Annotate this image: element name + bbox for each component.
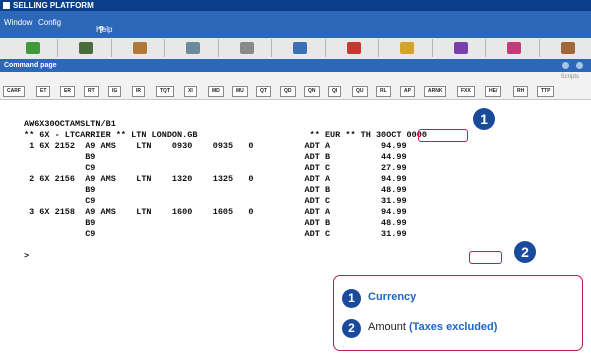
scripts-bar: Scripts	[0, 72, 591, 84]
terminal-line: C9 ADT C 31.99	[24, 229, 407, 239]
callout-badge-2: 2	[514, 241, 536, 263]
terminal-line: B9 ADT B 48.99	[24, 218, 407, 228]
toolbar-button-5[interactable]	[276, 39, 326, 57]
function-key-carf[interactable]: CARF	[3, 86, 25, 97]
function-key-qn[interactable]: QN	[304, 86, 320, 97]
toolbar-button-6[interactable]	[329, 39, 379, 57]
function-key-mu[interactable]: MU	[232, 86, 248, 97]
terminal-line: 3 6X 2158 A9 AMS LTN 1600 1605 0 ADT A 9…	[24, 207, 407, 217]
terminal-line: ** 6X - LTCARRIER ** LTN LONDON.GB ** EU…	[24, 130, 427, 140]
terminal-line: B9 ADT B 48.99	[24, 185, 407, 195]
toolbar-button-4[interactable]	[222, 39, 272, 57]
legend-box: 1 Currency 2 Amount (Taxes excluded)	[333, 275, 583, 351]
command-page-title: Command page	[4, 62, 57, 69]
toolbar-button-10[interactable]	[543, 39, 591, 57]
function-key-qi[interactable]: QI	[328, 86, 342, 97]
terminal-line: C9 ADT C 31.99	[24, 196, 407, 206]
terminal-line: C9 ADT C 27.99	[24, 163, 407, 173]
menu-window[interactable]: Window	[4, 18, 32, 27]
legend-taxes-note: (Taxes excluded)	[408, 321, 498, 333]
minimize-icon[interactable]	[562, 62, 569, 69]
terminal-line: >	[24, 251, 30, 261]
amount-highlight	[469, 251, 502, 264]
function-key-rt[interactable]: RT	[84, 86, 99, 97]
calculator-icon	[79, 42, 93, 54]
function-key-fxx[interactable]: FXX	[457, 86, 475, 97]
legend-badge-1: 1	[342, 289, 361, 308]
legend-amount-label: Amount	[368, 321, 406, 333]
terminal-line: 1 6X 2152 A9 AMS LTN 0930 0935 0 ADT A 9…	[24, 141, 407, 151]
scripts-tab[interactable]: Scripts	[561, 74, 579, 80]
function-key-ir[interactable]: IR	[132, 86, 145, 97]
app-title: SELLING PLATFORM	[13, 1, 94, 10]
car-icon	[293, 42, 307, 54]
pen-icon	[507, 42, 521, 54]
menu-config[interactable]: Config	[38, 18, 61, 27]
function-key-bar: CARF ET ER RT IG IR TQT XI MD MU QT QD QN QI QU RL AP ARN…	[0, 84, 591, 100]
menu-bar: Window Config Help?	[0, 11, 591, 38]
command-page-header: Command page	[0, 59, 591, 72]
function-key-et[interactable]: ET	[36, 86, 51, 97]
app-logo-icon	[3, 2, 10, 9]
function-key-xi[interactable]: XI	[184, 86, 197, 97]
toolbar	[0, 38, 591, 60]
legend-currency-label: Currency	[368, 291, 417, 303]
terminal-line: AW6X30OCTAMSLTN/B1	[24, 119, 116, 129]
terminal-line: 2 6X 2156 A9 AMS LTN 1320 1325 0 ADT A 9…	[24, 174, 407, 184]
person-icon	[132, 42, 147, 54]
function-key-ap[interactable]: AP	[400, 86, 415, 97]
callout-badge-1: 1	[473, 108, 495, 130]
function-key-he[interactable]: HE/	[485, 86, 502, 97]
toolbar-button-7[interactable]	[383, 39, 433, 57]
terminal-icon	[186, 42, 200, 54]
help-question-icon: ?	[98, 25, 105, 36]
function-key-rl[interactable]: RL	[376, 86, 391, 97]
function-key-md[interactable]: MD	[208, 86, 224, 97]
function-key-rh[interactable]: RH	[513, 86, 529, 97]
function-key-er[interactable]: ER	[60, 86, 75, 97]
function-key-qt[interactable]: QT	[256, 86, 271, 97]
function-key-qu[interactable]: QU	[352, 86, 368, 97]
toolbar-button-9[interactable]	[490, 39, 540, 57]
toolbar-button-3[interactable]	[169, 39, 219, 57]
puzzle-icon	[400, 42, 414, 54]
function-key-tqt[interactable]: TQT	[156, 86, 174, 97]
palette-icon	[453, 42, 468, 54]
toolbar-button-8[interactable]	[436, 39, 486, 57]
function-key-ttp[interactable]: TTP	[537, 86, 555, 97]
clip-icon	[560, 42, 575, 54]
toolbar-button-2[interactable]	[115, 39, 165, 57]
toolbar-button-1[interactable]	[62, 39, 112, 57]
app-title-bar: SELLING PLATFORM	[0, 0, 591, 11]
cube-icon	[25, 42, 40, 54]
toolbar-button-0[interactable]	[8, 39, 58, 57]
function-key-qd[interactable]: QD	[280, 86, 296, 97]
function-key-arnk[interactable]: ARNK	[424, 86, 447, 97]
currency-highlight	[418, 129, 468, 142]
passenger-icon	[346, 42, 361, 54]
gear-icon	[239, 42, 254, 54]
terminal-line: B9 ADT B 44.99	[24, 152, 407, 162]
function-key-ig[interactable]: IG	[108, 86, 122, 97]
close-icon[interactable]	[576, 62, 583, 69]
legend-badge-2: 2	[342, 319, 361, 338]
